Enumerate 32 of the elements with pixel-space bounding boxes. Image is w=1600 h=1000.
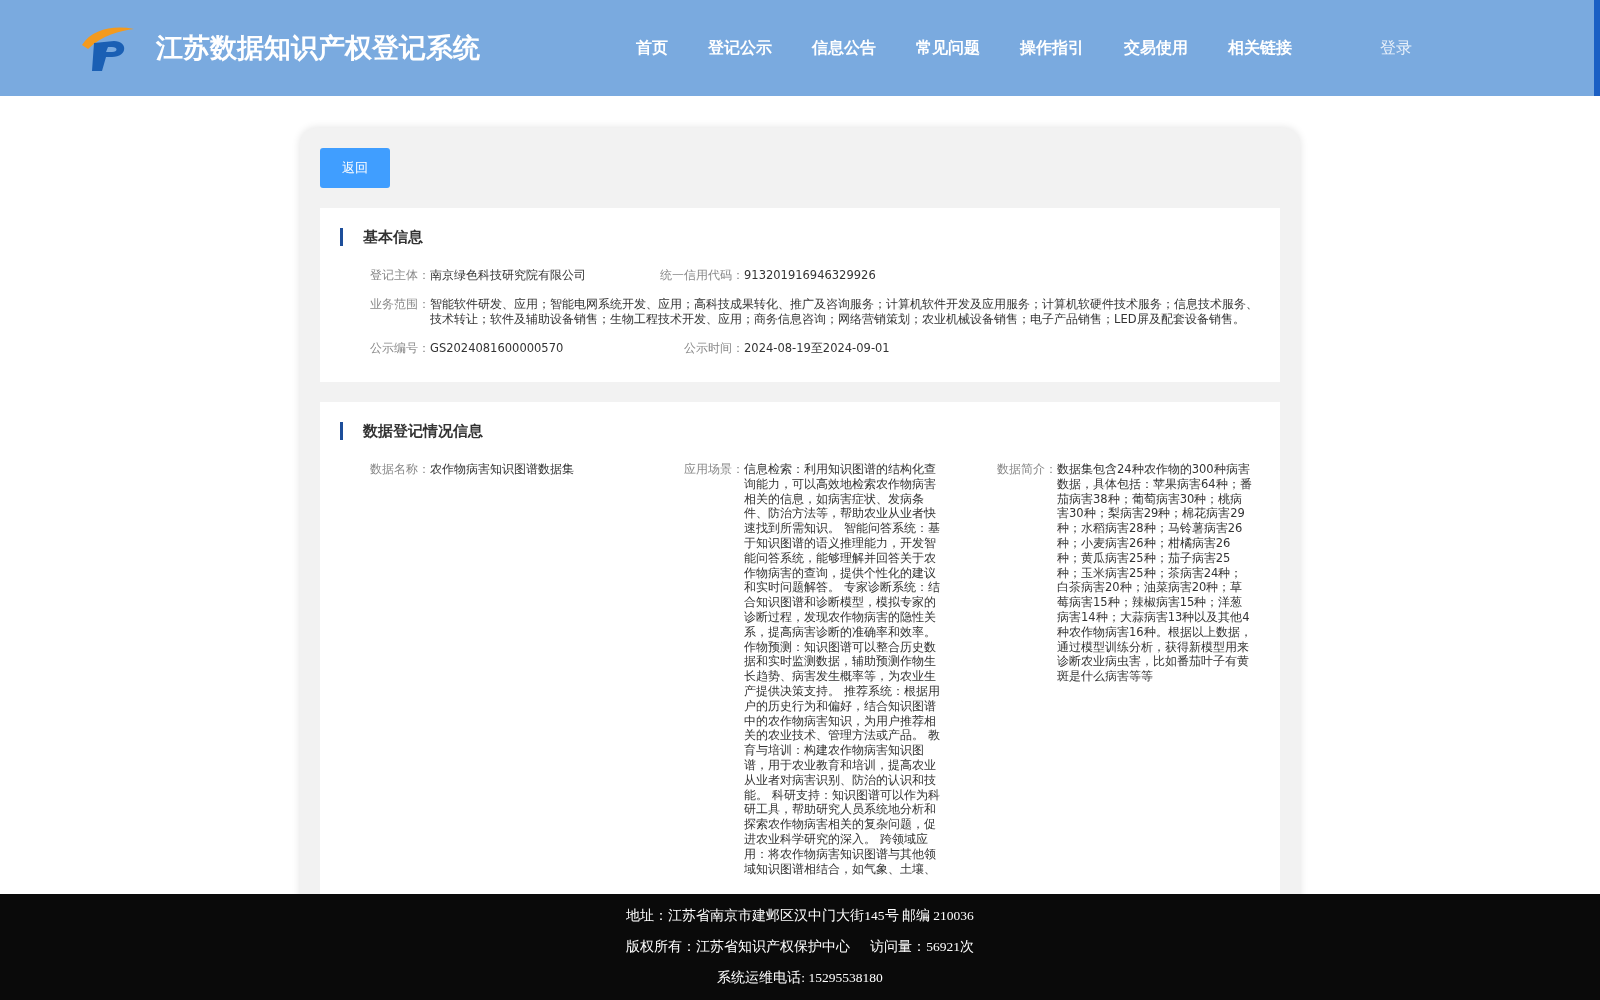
- field-value: 信息检索：利用知识图谱的结构化查询能力，可以高效地检索农作物病害相关的信息，如病害症状、发病条件、防治方法等，帮助农业从业者快速找到所需知识。 智能问答系统：基于知识图谱的语义推理能力，开发智能问答系统，能够理解并回答关于农作物病害的查询，提供个性化的建议和实时问题解答。 专家诊断系统：结合知识图谱和诊断模型，模拟专家的诊断过程，发现农作物病害的隐性关系，提高病害诊断的准确率和效率。作物预测：知识图谱可以整合历史数据和实时监测数据，辅助预测作物生长趋势、病害发生概率等，为农业生产提供决策支持。 推荐系统：根据用户的历史行为和偏好，结合知识图谱中的农作物病害知识，为用户推荐相关的农业技术、管理方法或产品。 教育与培训：构建农作物病害知识图谱，用于农业教育和培训，提高农业从业者对病害识别、防治的认识和技能。 科研支持：知识图谱可以作为科研工具，帮助研究人员系统地分析和探索农作物病害相关的复杂问题，促进农业科学研究的深入。 跨领域应用：将农作物病害知识图谱与其他领域知识图谱相结合，如气象、土壤、: [744, 462, 940, 877]
- field-label: 应用场景：: [684, 462, 744, 478]
- field-label: 登记主体：: [370, 268, 430, 283]
- field-label: 数据简介：: [997, 462, 1057, 478]
- nav-link[interactable]: 登记公示: [708, 37, 772, 59]
- field-label: 数据名称：: [370, 462, 430, 478]
- login-link[interactable]: 登录: [1380, 37, 1412, 59]
- field-label: 公示编号：: [370, 341, 430, 356]
- field-value: 数据集包含24种农作物的300种病害数据，具体包括：苹果病害64种；番茄病害38种；葡萄病害30种；桃病害30种；梨病害29种；棉花病害29种；水稻病害28种；马铃薯病害26种；小麦病害26种；柑橘病害26种；黄瓜病害25种；茄子病害25种；玉米病害25种；茶病害24种；白茶病害20种；油菜病害20种；草莓病害15种；辣椒病害15种；洋葱病害14种；大蒜病害13种以及其他4种农作物病害16种。根据以上数据，通过模型训练分析，获得新模型用来诊断农业病虫害，比如番茄叶子有黄斑是什么病害等等: [1057, 462, 1253, 686]
- field-label: 公示时间：: [684, 341, 744, 356]
- field-value: 2024-08-19至2024-09-01: [744, 341, 890, 356]
- section-title: 数据登记情况信息: [340, 422, 1260, 440]
- section-title: 基本信息: [340, 228, 1260, 246]
- footer-phone: 系统运维电话: 15295538180: [717, 969, 883, 987]
- nav-link[interactable]: 常见问题: [916, 37, 980, 59]
- nav-link[interactable]: 相关链接: [1228, 37, 1292, 59]
- footer-copyright: 版权所有：江苏省知识产权保护中心: [626, 938, 851, 956]
- nav-link[interactable]: 首页: [636, 37, 668, 59]
- site-title: 江苏数据知识产权登记系统: [156, 32, 480, 65]
- field-value: 南京绿色科技研究院有限公司: [430, 268, 586, 283]
- field-value: 农作物病害知识图谱数据集: [430, 462, 574, 478]
- nav-link[interactable]: 信息公告: [812, 37, 876, 59]
- field-label: 统一信用代码：: [660, 268, 744, 283]
- back-button[interactable]: 返回: [320, 148, 390, 188]
- footer-address: 地址：江苏省南京市建邺区汉中门大街145号 邮编 210036: [626, 907, 974, 925]
- field-value: 913201916946329926: [744, 268, 876, 283]
- field-value: 智能软件研发、应用；智能电网系统开发、应用；高科技成果转化、推广及咨询服务；计算机软件开发及应用服务；计算机软硬件技术服务；信息技术服务、技术转让；软件及辅助设备销售；生物工程技术开发、应用；商务信息咨询；网络营销策划；农业机械设备销售；电子产品销售；LED屏及配套设备销售。: [430, 297, 1259, 327]
- nav-link[interactable]: 交易使用: [1124, 37, 1188, 59]
- visit-count: 访问量：56921次: [870, 938, 974, 956]
- nav-link[interactable]: 操作指引: [1020, 37, 1084, 59]
- field-value: GS2024081600000570: [430, 341, 564, 356]
- field-label: 业务范围：: [370, 297, 430, 313]
